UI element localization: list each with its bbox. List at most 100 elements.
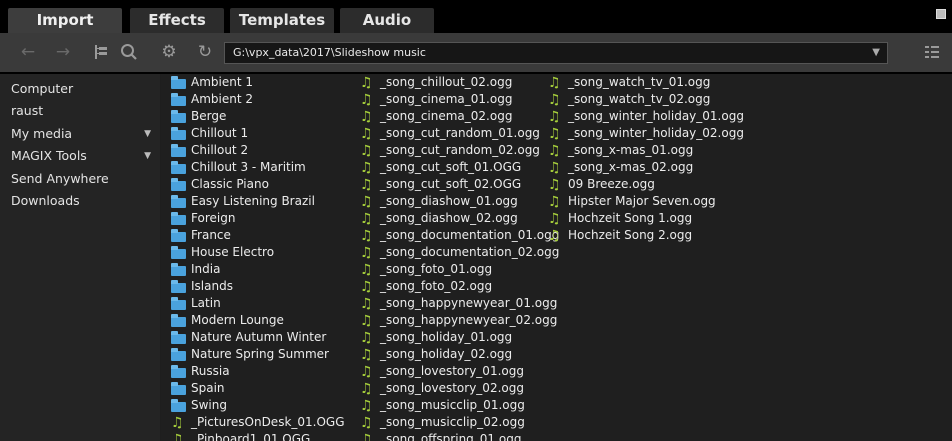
audio-file-item[interactable]: ♫ _song_chillout_02.ogg (360, 74, 559, 91)
file-name: _song_diashow_02.ogg (380, 211, 518, 225)
tab-audio[interactable]: Audio (340, 8, 434, 33)
music-note-icon: ♫ (360, 194, 373, 210)
audio-file-item[interactable]: ♫ _song_x-mas_02.ogg (548, 159, 744, 176)
folder-item[interactable]: Russia (171, 363, 345, 380)
folder-item[interactable]: Latin (171, 295, 345, 312)
folder-item[interactable]: Ambient 1 (171, 74, 345, 91)
file-name: _song_foto_01.ogg (380, 262, 493, 276)
file-name: _song_happynewyear_02.ogg (380, 313, 558, 327)
file-name: Nature Autumn Winter (191, 330, 327, 344)
file-name: _song_cut_soft_02.OGG (380, 177, 522, 191)
audio-file-item[interactable]: ♫ _song_winter_holiday_02.ogg (548, 125, 744, 142)
forward-arrow-icon[interactable]: → (52, 41, 74, 63)
folder-item[interactable]: Swing (171, 397, 345, 414)
sidebar-item-send-anywhere[interactable]: Send Anywhere (11, 169, 151, 189)
music-note-icon: ♫ (360, 75, 373, 91)
sidebar-item-raust[interactable]: raust (11, 101, 151, 121)
audio-file-item[interactable]: ♫ _song_cinema_02.ogg (360, 108, 559, 125)
file-name: _song_musicclip_02.ogg (380, 415, 525, 429)
window-restore-icon[interactable] (936, 9, 946, 19)
search-icon[interactable] (118, 41, 140, 63)
music-note-icon: ♫ (360, 109, 373, 125)
folder-item[interactable]: Modern Lounge (171, 312, 345, 329)
folder-item[interactable]: Classic Piano (171, 176, 345, 193)
audio-file-item[interactable]: ♫ _song_foto_02.ogg (360, 278, 559, 295)
folder-item[interactable]: Easy Listening Brazil (171, 193, 345, 210)
music-note-icon: ♫ (360, 330, 373, 346)
audio-file-item[interactable]: ♫ _song_watch_tv_01.ogg (548, 74, 744, 91)
chevron-down-icon[interactable]: ▼ (872, 43, 880, 63)
audio-file-item[interactable]: ♫ _PicturesOnDesk_01.OGG (171, 414, 345, 431)
file-name: Hochzeit Song 1.ogg (568, 211, 693, 225)
audio-file-item[interactable]: ♫ 09 Breeze.ogg (548, 176, 744, 193)
audio-file-item[interactable]: ♫ _song_musicclip_01.ogg (360, 397, 559, 414)
back-arrow-icon[interactable]: ← (17, 41, 39, 63)
audio-file-item[interactable]: ♫ Hochzeit Song 2.ogg (548, 227, 744, 244)
audio-file-item[interactable]: ♫ _song_winter_holiday_01.ogg (548, 108, 744, 125)
audio-file-item[interactable]: ♫ _song_holiday_02.ogg (360, 346, 559, 363)
audio-file-item[interactable]: ♫ Hochzeit Song 1.ogg (548, 210, 744, 227)
folder-item[interactable]: India (171, 261, 345, 278)
audio-file-item[interactable]: ♫ _song_cut_random_01.ogg (360, 125, 559, 142)
file-column: ♫ _song_watch_tv_01.ogg ♫ _song_watch_tv_02… (548, 74, 744, 244)
folder-item[interactable]: Chillout 2 (171, 142, 345, 159)
audio-file-item[interactable]: ♫ _song_lovestory_02.ogg (360, 380, 559, 397)
folder-item[interactable]: Chillout 3 - Maritim (171, 159, 345, 176)
path-dropdown[interactable]: G:\vpx_data\2017\Slideshow music ▼ (224, 42, 888, 64)
audio-file-item[interactable]: ♫ _song_documentation_01.ogg (360, 227, 559, 244)
sidebar-item-my-media[interactable]: My media ▼ (11, 124, 151, 144)
audio-file-item[interactable]: ♫ _song_happynewyear_01.ogg (360, 295, 559, 312)
audio-file-item[interactable]: ♫ _song_cut_soft_01.OGG (360, 159, 559, 176)
sidebar-item-computer[interactable]: Computer (11, 79, 151, 99)
view-options-icon[interactable] (921, 41, 943, 63)
audio-file-item[interactable]: ♫ _song_documentation_02.ogg (360, 244, 559, 261)
audio-file-item[interactable]: ♫ _song_diashow_02.ogg (360, 210, 559, 227)
audio-file-item[interactable]: ♫ _song_cinema_01.ogg (360, 91, 559, 108)
folder-item[interactable]: Spain (171, 380, 345, 397)
folder-item[interactable]: House Electro (171, 244, 345, 261)
music-note-icon: ♫ (360, 262, 373, 278)
audio-file-item[interactable]: ♫ _song_cut_random_02.ogg (360, 142, 559, 159)
audio-file-item[interactable]: ♫ _song_watch_tv_02.ogg (548, 91, 744, 108)
audio-file-item[interactable]: ♫ _song_diashow_01.ogg (360, 193, 559, 210)
folder-item[interactable]: Nature Spring Summer (171, 346, 345, 363)
gear-icon[interactable]: ⚙ (158, 41, 180, 63)
folder-item[interactable]: Berge (171, 108, 345, 125)
audio-file-item[interactable]: ♫ _song_cut_soft_02.OGG (360, 176, 559, 193)
audio-file-item[interactable]: ♫ _song_offspring_01.ogg (360, 431, 559, 441)
folder-item[interactable]: Islands (171, 278, 345, 295)
file-name: _song_watch_tv_02.ogg (568, 92, 711, 106)
folder-item[interactable]: France (171, 227, 345, 244)
audio-file-item[interactable]: ♫ _song_musicclip_02.ogg (360, 414, 559, 431)
file-name: House Electro (191, 245, 275, 259)
file-name: Foreign (191, 211, 236, 225)
tab-effects[interactable]: Effects (130, 8, 224, 33)
audio-file-item[interactable]: ♫ _song_x-mas_01.ogg (548, 142, 744, 159)
tab-import[interactable]: Import (8, 8, 122, 33)
folder-item[interactable]: Ambient 2 (171, 91, 345, 108)
audio-file-item[interactable]: ♫ _Pinboard1_01.OGG (171, 431, 345, 441)
audio-file-item[interactable]: ♫ _song_holiday_01.ogg (360, 329, 559, 346)
sidebar-item-downloads[interactable]: Downloads (11, 191, 151, 211)
audio-file-item[interactable]: ♫ _song_foto_01.ogg (360, 261, 559, 278)
folder-item[interactable]: Nature Autumn Winter (171, 329, 345, 346)
refresh-icon[interactable]: ↻ (194, 41, 216, 63)
sidebar-item-label: raust (11, 103, 44, 118)
audio-file-item[interactable]: ♫ Hipster Major Seven.ogg (548, 193, 744, 210)
sidebar-item-magix-tools[interactable]: MAGIX Tools ▼ (11, 146, 151, 166)
folder-icon (171, 144, 186, 157)
folder-item[interactable]: Chillout 1 (171, 125, 345, 142)
folder-icon (171, 348, 186, 361)
file-name: Chillout 1 (191, 126, 249, 140)
audio-file-item[interactable]: ♫ _song_lovestory_01.ogg (360, 363, 559, 380)
chevron-down-icon[interactable]: ▼ (144, 146, 151, 166)
folder-item[interactable]: Foreign (171, 210, 345, 227)
tree-view-icon[interactable] (90, 41, 112, 63)
file-name: _song_chillout_02.ogg (380, 75, 513, 89)
tab-templates[interactable]: Templates (230, 8, 334, 33)
chevron-down-icon[interactable]: ▼ (144, 124, 151, 144)
audio-file-item[interactable]: ♫ _song_happynewyear_02.ogg (360, 312, 559, 329)
file-name: _song_lovestory_01.ogg (380, 364, 524, 378)
folder-icon (171, 195, 186, 208)
file-name: Hochzeit Song 2.ogg (568, 228, 693, 242)
